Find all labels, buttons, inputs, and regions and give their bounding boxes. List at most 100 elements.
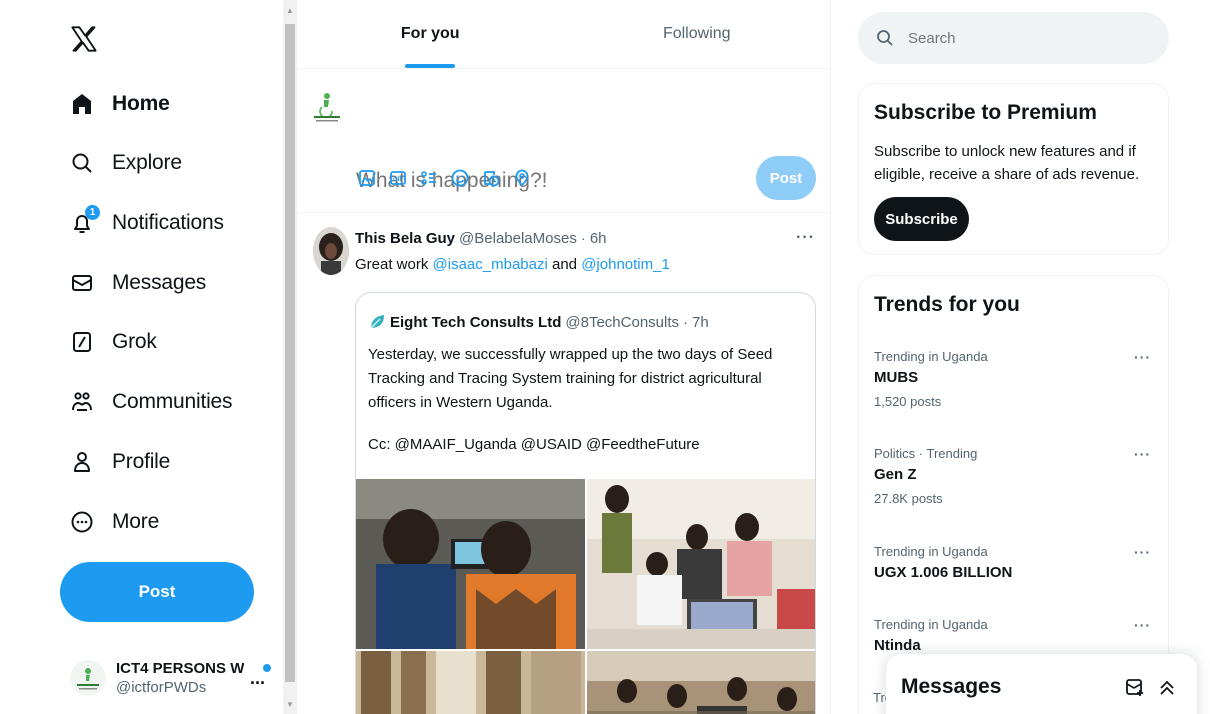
nav-grok[interactable]: Grok [70,322,157,362]
trends-card: Trends for you Trending in Uganda MUBS 1… [858,275,1169,714]
timeline-tabs: For you Following [297,0,830,69]
quote-header: Eight Tech Consults Ltd @8TechConsults ·… [368,313,709,331]
trend-context: Trending in Uganda [874,544,988,559]
account-handle: @ictforPWDs [116,679,207,696]
trend-context: Politics · Trending [874,446,978,461]
scroll-down-icon[interactable]: ▼ [286,700,294,709]
quote-time[interactable]: 7h [692,314,709,331]
nav-explore[interactable]: Explore [70,143,182,183]
more-circle-icon [70,510,94,534]
nav-label: Profile [112,450,171,473]
location-icon[interactable] [512,168,532,188]
nav-label: Communities [112,390,233,413]
expand-up-icon[interactable] [1156,676,1178,698]
tab-following[interactable]: Following [564,0,831,68]
trend-item[interactable]: Politics · Trending Gen Z 27.8K posts ··… [874,446,1159,506]
home-icon [70,92,94,116]
right-sidebar: Subscribe to Premium Subscribe to unlock… [858,0,1170,714]
trend-more-icon[interactable]: ··· [1134,446,1151,462]
search-input[interactable] [908,29,1148,47]
scroll-up-icon[interactable]: ▲ [286,6,294,15]
schedule-icon[interactable] [481,168,501,188]
tweet-header: This Bela Guy @BelabelaMoses · 6h [355,230,607,247]
main-timeline: For you Following GIF Post This Bela Guy… [297,0,831,714]
x-logo-icon[interactable] [70,24,98,54]
nav-home[interactable]: Home [70,84,170,124]
trend-item[interactable]: Trending in Uganda UGX 1.006 BILLION ··· [874,544,1159,581]
premium-title: Subscribe to Premium [874,101,1097,124]
trend-topic: Gen Z [874,466,917,483]
trend-count: 27.8K posts [874,491,943,506]
emoji-icon[interactable] [450,168,470,188]
nav-profile[interactable]: Profile [70,442,170,482]
separator: · [580,230,586,247]
trend-more-icon[interactable]: ··· [1134,544,1151,560]
quote-author-handle[interactable]: @8TechConsults [565,314,679,331]
photo-1[interactable] [356,479,585,649]
messages-drawer-title: Messages [901,675,1002,698]
trend-item[interactable]: Trending in Uganda MUBS 1,520 posts ··· [874,349,1159,409]
nav-label: More [112,510,160,533]
separator: · [683,313,689,331]
tweet-author-handle[interactable]: @BelabelaMoses [459,230,577,247]
photo-3[interactable] [356,651,585,714]
tweet-author-name[interactable]: This Bela Guy [355,230,455,247]
communities-icon [70,390,94,414]
nav-communities[interactable]: Communities [70,382,233,422]
grok-icon [70,330,94,354]
account-name: ICT4 PERSONS WI1 [116,660,244,677]
quote-text: Yesterday, we successfully wrapped up th… [368,346,773,411]
messages-drawer[interactable]: Messages [886,654,1197,714]
tweet[interactable]: This Bela Guy @BelabelaMoses · 6h ··· Gr… [297,213,830,714]
nav-label: Explore [112,151,182,174]
nav-notifications[interactable]: 1 Notifications [70,203,224,243]
account-avatar [70,660,106,696]
gif-icon[interactable]: GIF [388,168,408,188]
nav-label: Grok [112,330,157,353]
quote-cc: Cc: @MAAIF_Uganda @USAID @FeedtheFuture [368,436,700,453]
notification-badge: 1 [85,205,100,220]
new-message-icon[interactable] [1124,676,1146,698]
quote-author-name[interactable]: Eight Tech Consults Ltd [390,314,561,331]
trend-more-icon[interactable]: ··· [1134,617,1151,633]
nav-more[interactable]: More [70,502,159,542]
person-icon [70,450,94,474]
photo-grid [356,479,815,714]
tweet-composer [297,69,830,213]
subscribe-button[interactable]: Subscribe [874,197,969,241]
tweet-more-icon[interactable]: ··· [796,229,815,247]
premium-card: Subscribe to Premium Subscribe to unlock… [858,83,1169,255]
photo-4[interactable] [587,651,815,714]
photo-2[interactable] [587,479,815,649]
tweet-author-avatar[interactable] [313,227,349,275]
account-more-icon[interactable]: ... [250,663,272,689]
composer-toolbar: GIF [357,168,532,188]
trend-topic: UGX 1.006 BILLION [874,564,1013,581]
trend-item[interactable]: Trending in Uganda Ntinda ··· [874,617,1159,654]
scrollbar[interactable]: ▲ ▼ [283,0,297,714]
trends-title: Trends for you [874,293,1020,316]
nav-messages[interactable]: Messages [70,263,206,303]
mention-link[interactable]: @isaac_mbabazi [433,256,548,273]
compose-post-button[interactable]: Post [756,156,816,200]
tweet-text: Great work @isaac_mbabazi and @johnotim_… [355,256,670,273]
search-icon [70,151,94,175]
active-tab-indicator [405,64,456,68]
quoted-tweet[interactable]: Eight Tech Consults Ltd @8TechConsults ·… [355,292,816,714]
tab-for-you[interactable]: For you [297,0,564,68]
search-box[interactable] [858,12,1169,64]
trend-context: Trending in Uganda [874,349,988,364]
mention-link[interactable]: @johnotim_1 [581,256,670,273]
nav-label: Messages [112,271,207,294]
media-icon[interactable] [357,168,377,188]
poll-icon[interactable] [419,168,439,188]
post-button[interactable]: Post [60,562,254,622]
leaf-logo-icon [370,315,384,329]
trend-more-icon[interactable]: ··· [1134,349,1151,365]
tweet-time[interactable]: 6h [590,230,607,247]
scrollbar-thumb[interactable] [285,24,295,682]
nav-label: Home [112,92,170,115]
account-switcher[interactable]: ICT4 PERSONS WI1 @ictforPWDs ... [70,652,280,704]
trend-context: Trending in Uganda [874,617,988,632]
envelope-icon [70,271,94,295]
